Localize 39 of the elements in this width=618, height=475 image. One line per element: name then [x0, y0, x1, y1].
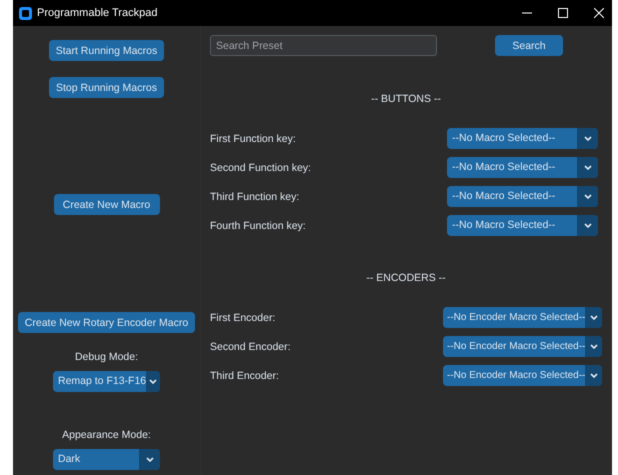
- appearance-mode-dropdown[interactable]: Dark: [53, 449, 160, 470]
- row-label: Third Encoder:: [210, 370, 279, 382]
- row-label: First Function key:: [210, 132, 296, 144]
- maximize-icon[interactable]: [558, 8, 568, 18]
- debug-mode-label: Debug Mode:: [74, 351, 138, 363]
- close-icon[interactable]: [594, 8, 604, 18]
- chevron-down-icon: [584, 165, 592, 170]
- search-field[interactable]: Search Preset: [210, 35, 437, 56]
- sidebar-button[interactable]: Start Running Macros: [48, 40, 164, 61]
- macro-dropdown[interactable]: --No Macro Selected--: [447, 215, 598, 236]
- sidebar-button[interactable]: Stop Running Macros: [49, 77, 164, 98]
- chevron-down-icon: [590, 315, 598, 320]
- debug-mode-dropdown[interactable]: Remap to F13-F16: [53, 371, 160, 392]
- row-label: Third Function key:: [210, 190, 300, 202]
- chevron-down-icon: [584, 136, 592, 141]
- chevron-down-icon: [584, 223, 592, 228]
- chevron-down-icon: [146, 457, 154, 462]
- sidebar-button[interactable]: Create New Macro: [54, 194, 160, 215]
- macro-dropdown[interactable]: --No Macro Selected--: [447, 128, 598, 149]
- macro-dropdown[interactable]: --No Encoder Macro Selected--: [443, 336, 602, 357]
- macro-dropdown[interactable]: --No Macro Selected--: [447, 157, 598, 178]
- section-heading: -- ENCODERS --: [366, 272, 446, 284]
- chevron-down-icon: [149, 379, 158, 384]
- sidebar-button[interactable]: Create New Rotary Encoder Macro: [18, 312, 196, 333]
- appearance-mode-label: Appearance Mode:: [62, 429, 151, 441]
- chevron-down-icon: [584, 194, 592, 199]
- macro-dropdown[interactable]: --No Encoder Macro Selected--: [443, 365, 602, 386]
- chevron-down-icon: [590, 344, 598, 349]
- section-heading: -- BUTTONS --: [371, 93, 441, 105]
- macro-dropdown[interactable]: --No Macro Selected--: [447, 186, 598, 207]
- window-title: Programmable Trackpad: [37, 7, 158, 19]
- row-label: Second Function key:: [210, 162, 311, 174]
- chevron-down-icon: [590, 373, 598, 378]
- row-label: First Encoder:: [210, 312, 276, 324]
- search-button[interactable]: Search: [495, 35, 563, 56]
- macro-dropdown[interactable]: --No Encoder Macro Selected--: [443, 307, 602, 328]
- app-icon: [19, 6, 32, 20]
- row-label: Fourth Function key:: [210, 220, 306, 232]
- row-label: Second Encoder:: [210, 340, 291, 352]
